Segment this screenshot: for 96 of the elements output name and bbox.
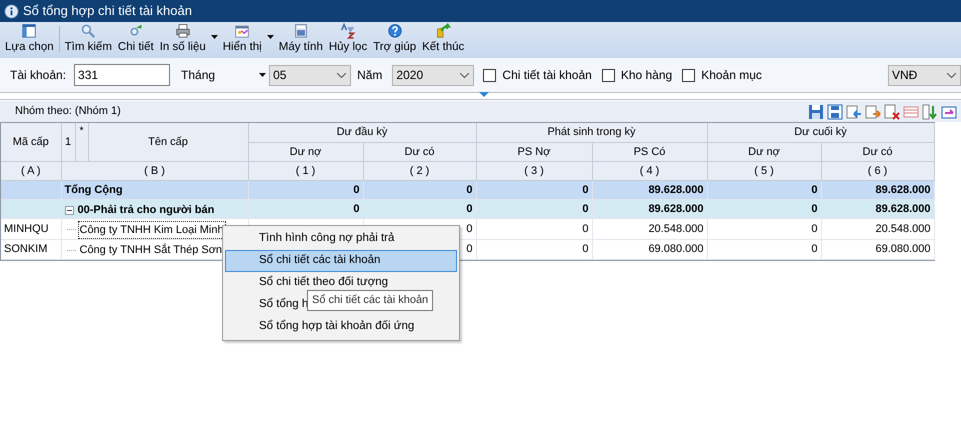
group-by-label: Nhóm theo: (Nhóm 1) bbox=[15, 104, 121, 120]
checkbox[interactable]: Chi tiết tài khoản bbox=[483, 66, 592, 84]
column-index: ( 4 ) bbox=[640, 164, 660, 176]
dropdown-field[interactable]: 05 bbox=[269, 64, 352, 86]
dropdown-field[interactable]: 2020 bbox=[392, 64, 474, 86]
field-label: Tháng bbox=[181, 67, 216, 84]
save-icon[interactable] bbox=[808, 104, 824, 120]
chevron-down-icon bbox=[460, 72, 470, 78]
column-header: Dư có bbox=[404, 146, 434, 158]
column-header: * bbox=[79, 125, 84, 137]
column-header: Mã cấp bbox=[12, 136, 49, 148]
table-cell: 89.628.000 bbox=[875, 202, 931, 215]
column-index: ( 3 ) bbox=[524, 164, 544, 176]
layout-icon bbox=[20, 23, 38, 39]
window-title: Sổ tổng hợp chi tiết tài khoản bbox=[23, 2, 192, 20]
dropdown-arrow-icon[interactable] bbox=[259, 73, 266, 77]
chevron-down-icon bbox=[337, 72, 346, 78]
table-cell: 0 bbox=[582, 184, 588, 196]
menu-item[interactable]: Sổ chi tiết các tài khoản bbox=[225, 250, 457, 272]
table-cell: 0 bbox=[353, 184, 360, 196]
checkbox[interactable]: Kho hàng bbox=[602, 66, 672, 84]
field-label: Tài khoản: bbox=[10, 67, 66, 84]
column-header: 1 bbox=[64, 136, 72, 148]
window-icon bbox=[233, 23, 252, 39]
table-cell-text: Công ty TNHH Sắt Thép Sơn bbox=[78, 242, 224, 258]
column-index: ( 2 ) bbox=[410, 164, 430, 176]
menu-item[interactable]: Sổ tổng hợp tài khoản đối ứng bbox=[225, 316, 457, 338]
column-index: ( A ) bbox=[20, 164, 41, 176]
toolbar-button[interactable]: In số liệu bbox=[156, 23, 209, 56]
toolbar-button[interactable]: Hiển thị bbox=[220, 23, 265, 56]
chevron-down-icon bbox=[947, 72, 956, 78]
export-icon[interactable] bbox=[941, 104, 957, 120]
page-arrow-icon[interactable] bbox=[865, 104, 881, 120]
delete-icon[interactable] bbox=[884, 104, 900, 120]
table-cell: 0 bbox=[353, 202, 360, 215]
table-cell-text: 00-Phải trả cho người bán bbox=[78, 203, 214, 218]
magnifier-icon bbox=[79, 23, 98, 39]
field-label: Năm bbox=[357, 67, 382, 84]
column-header: PS Nợ bbox=[518, 146, 550, 158]
page-arrow-icon[interactable] bbox=[846, 104, 862, 120]
table-cell: 0 bbox=[811, 222, 818, 235]
toolbar-button[interactable]: Lựa chọn bbox=[2, 23, 57, 56]
table-cell: 0 bbox=[582, 222, 588, 235]
table-cell: 0 bbox=[582, 202, 588, 215]
toolbar-button[interactable]: Máy tính bbox=[276, 23, 326, 56]
toolbar-button[interactable]: Hủy lọc bbox=[326, 23, 370, 56]
column-index: ( 5 ) bbox=[754, 164, 774, 176]
table-cell: 0 bbox=[466, 202, 472, 215]
currency-dropdown[interactable]: VNĐ bbox=[888, 64, 961, 86]
table-cell: 89.628.000 bbox=[875, 184, 931, 196]
column-header: PS Có bbox=[634, 146, 666, 158]
table-cell: 69.080.000 bbox=[648, 243, 704, 256]
table-cell: 0 bbox=[466, 222, 472, 235]
column-index: ( B ) bbox=[144, 164, 165, 176]
collapse-box-icon[interactable] bbox=[64, 206, 74, 214]
column-group-header: Dư cuối kỳ bbox=[794, 126, 847, 138]
column-group-header: Dư đầu kỳ bbox=[336, 126, 388, 138]
table-cell: 0 bbox=[811, 184, 818, 196]
table-cell: 89.628.000 bbox=[648, 202, 704, 215]
toolbar-button[interactable]: Chi tiết bbox=[114, 23, 157, 56]
column-header: Dư có bbox=[862, 146, 892, 158]
dropdown-arrow-icon[interactable] bbox=[266, 35, 274, 39]
table-cell: 0 bbox=[466, 243, 472, 256]
table-cell: 89.628.000 bbox=[648, 184, 704, 196]
table-cell: 69.080.000 bbox=[875, 243, 931, 256]
table-cell: 20.548.000 bbox=[875, 222, 931, 235]
help-icon bbox=[386, 23, 404, 39]
table-cell: SONKIM bbox=[4, 243, 48, 256]
column-group-header: Phát sinh trong kỳ bbox=[547, 126, 636, 138]
exit-icon bbox=[434, 23, 452, 39]
column-header: Dư nợ bbox=[748, 146, 780, 158]
toolbar-button[interactable]: Trợ giúp bbox=[370, 23, 420, 56]
column-index: ( 1 ) bbox=[296, 164, 316, 176]
info-icon bbox=[4, 4, 19, 18]
account-field[interactable]: 331 bbox=[74, 64, 170, 86]
checkbox[interactable]: Khoản mục bbox=[682, 66, 762, 84]
table-cell: 0 bbox=[811, 202, 818, 215]
table-cell: 0 bbox=[466, 184, 472, 196]
table-cell: 0 bbox=[811, 243, 818, 256]
table-cell: 0 bbox=[582, 243, 588, 256]
tooltip: Sổ chi tiết các tài khoản bbox=[307, 290, 434, 311]
sort-filter-icon bbox=[339, 23, 358, 39]
sort-icon[interactable] bbox=[922, 104, 938, 120]
column-header: Tên cấp bbox=[148, 136, 188, 148]
table-cell: Tổng Cộng bbox=[64, 184, 123, 196]
column-header: Dư nợ bbox=[290, 146, 322, 158]
column-index: ( 6 ) bbox=[868, 164, 888, 176]
table-cell: MINHQU bbox=[4, 222, 49, 235]
table-cell: 20.548.000 bbox=[648, 222, 704, 235]
dropdown-arrow-icon[interactable] bbox=[210, 35, 218, 39]
toolbar-button[interactable]: Tìm kiếm bbox=[62, 23, 115, 56]
menu-item[interactable]: Tình hình công nợ phải trả bbox=[225, 228, 457, 250]
save-icon[interactable] bbox=[827, 104, 843, 120]
toolbar-button[interactable]: Kết thúc bbox=[419, 23, 468, 56]
table-icon[interactable] bbox=[903, 104, 919, 120]
printer-icon bbox=[174, 23, 192, 39]
